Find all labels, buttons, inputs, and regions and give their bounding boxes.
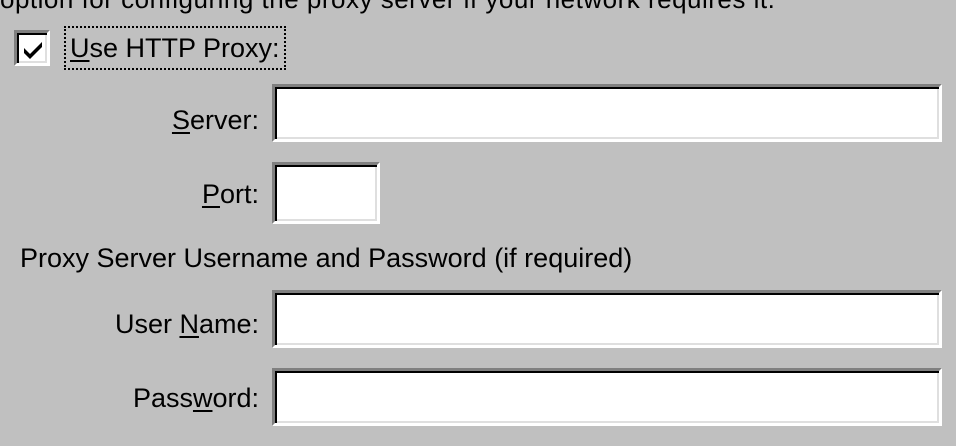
server-input[interactable] xyxy=(272,84,942,142)
use-http-proxy-label-mnemonic: U xyxy=(70,33,90,63)
user-name-label-text: ame: xyxy=(198,309,259,339)
use-http-proxy-checkbox[interactable] xyxy=(14,30,50,66)
server-label-mnemonic: S xyxy=(171,105,190,135)
user-name-label-mnemonic: N xyxy=(179,309,199,339)
user-name-label: User Name: xyxy=(115,308,259,340)
port-label-mnemonic: P xyxy=(201,179,220,209)
truncated-description-text: option for configuring the proxy server … xyxy=(0,0,956,14)
port-label: Port: xyxy=(202,178,259,210)
server-label: Server: xyxy=(172,104,259,136)
port-input[interactable] xyxy=(272,162,380,224)
password-input[interactable] xyxy=(272,368,942,426)
use-http-proxy-label-text: se HTTP Proxy: xyxy=(89,33,280,63)
user-name-label-prefix: User xyxy=(114,309,180,339)
user-name-input[interactable] xyxy=(272,290,942,348)
use-http-proxy-label[interactable]: Use HTTP Proxy: xyxy=(64,26,286,70)
check-mark-icon xyxy=(24,42,42,59)
port-label-text: ort: xyxy=(219,179,259,209)
server-label-text: erver: xyxy=(189,105,259,135)
password-label-text: ord: xyxy=(212,383,259,413)
proxy-settings-panel: option for configuring the proxy server … xyxy=(0,0,956,446)
credentials-section-label: Proxy Server Username and Password (if r… xyxy=(20,243,633,273)
password-label: Password: xyxy=(133,382,259,414)
password-label-mnemonic: w xyxy=(192,383,213,413)
password-label-prefix: Pass xyxy=(132,383,193,413)
